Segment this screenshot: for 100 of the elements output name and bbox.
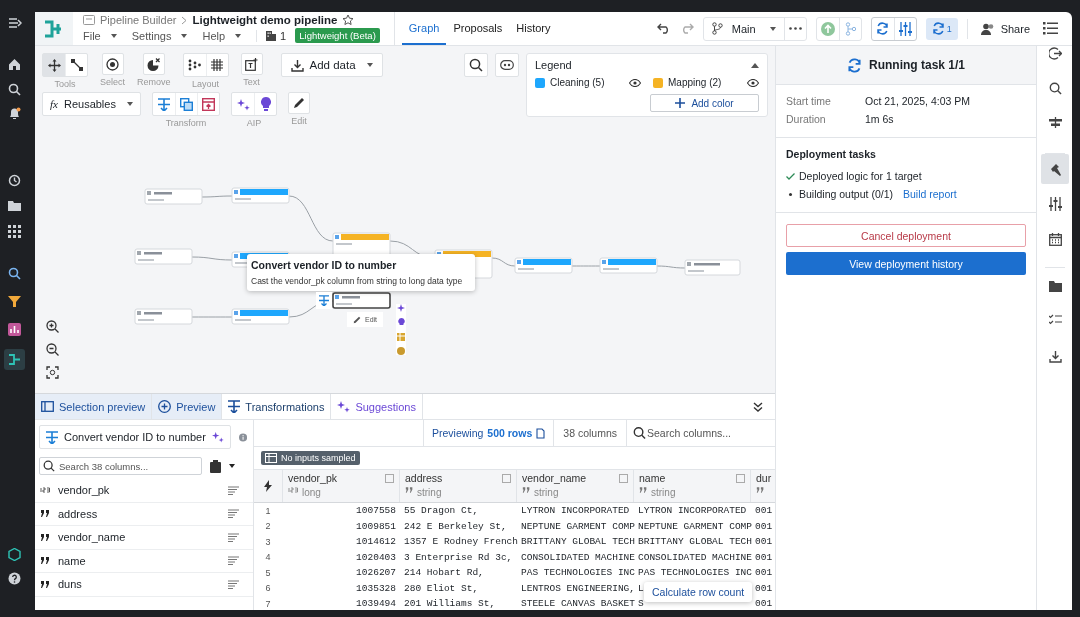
cookie-icon[interactable] <box>397 347 405 355</box>
sort-lines-icon[interactable] <box>228 579 239 589</box>
cancel-deployment-button[interactable]: Cancel deployment <box>786 224 1026 247</box>
search-button[interactable] <box>464 53 488 77</box>
transform-selector[interactable]: Convert vendor ID to number <box>39 425 231 449</box>
branch-icon <box>844 21 856 36</box>
tab[interactable]: Proposals <box>446 12 510 45</box>
legend-title: Legend <box>535 59 572 71</box>
panel-title: Running task 1/1 <box>869 58 965 72</box>
pipeline-icon[interactable] <box>4 349 25 370</box>
search-field[interactable]: Search columns... <box>627 420 775 446</box>
bell-icon[interactable] <box>8 107 21 120</box>
search-icon[interactable] <box>8 83 21 96</box>
table-cell: 1035328 <box>356 582 396 594</box>
edit-button[interactable] <box>288 92 310 114</box>
sparkle-icon[interactable] <box>397 304 405 312</box>
table-cell: 1009851 <box>356 520 396 532</box>
graph-node[interactable] <box>332 292 391 309</box>
eye-icon[interactable] <box>629 78 641 87</box>
home-icon[interactable] <box>8 58 21 71</box>
search-icon[interactable] <box>8 267 21 280</box>
add-data-button[interactable]: Add data <box>280 53 383 77</box>
projects-count[interactable]: 1 <box>256 29 287 42</box>
building-icon <box>265 30 278 41</box>
row-number: 6 <box>264 583 272 594</box>
column-list-item[interactable]: address <box>35 502 253 526</box>
sort-lines-icon[interactable] <box>228 556 239 566</box>
pencil-icon <box>353 315 361 324</box>
reusables-dropdown[interactable]: fx Reusables <box>42 92 141 116</box>
tab[interactable]: Preview <box>152 394 223 419</box>
select-button[interactable] <box>101 53 124 75</box>
add-text-button[interactable] <box>240 53 263 75</box>
sparkle-icon <box>337 400 351 413</box>
info-icon[interactable] <box>238 430 247 444</box>
remove-button[interactable] <box>142 53 165 75</box>
build-report-link[interactable]: Build report <box>903 188 957 200</box>
sort-lines-icon[interactable] <box>228 485 239 495</box>
undo-icon[interactable] <box>656 23 671 34</box>
clipboard-icon[interactable] <box>210 459 221 473</box>
column-list-item[interactable]: name <box>35 549 253 573</box>
filter-icon[interactable] <box>8 295 21 308</box>
calculate-row-count-button[interactable]: Calculate row count <box>644 582 753 602</box>
menu-button[interactable]: Help <box>202 29 242 42</box>
tab[interactable]: History <box>509 12 558 45</box>
detail-label: Duration <box>786 113 827 125</box>
sort-lines-icon[interactable] <box>228 509 239 519</box>
builds-button[interactable]: 1 <box>925 17 958 40</box>
chevron-right-icon <box>181 15 188 25</box>
list-icon[interactable] <box>1043 22 1058 35</box>
menu-button[interactable]: File <box>83 29 117 42</box>
history-icon[interactable] <box>8 174 21 187</box>
column-header[interactable]: dur <box>750 470 775 502</box>
tooltip-title: Convert vendor ID to number <box>251 259 398 271</box>
column-header[interactable]: address string <box>399 470 516 502</box>
transform-icon <box>228 400 241 413</box>
expand-menu-icon[interactable] <box>8 17 22 29</box>
column-header[interactable]: name string <box>633 470 750 502</box>
toolbar-group-label: Select <box>100 77 125 87</box>
table-cell: CONSOLIDATED MACHINE <box>521 551 635 563</box>
view-history-button[interactable]: View deployment history <box>786 252 1026 275</box>
pipeline-logo-icon[interactable] <box>35 12 73 45</box>
type-icon <box>39 580 51 588</box>
number-type-icon <box>288 487 299 493</box>
detail-value: 1m 6s <box>865 113 894 125</box>
column-list-item[interactable]: vendor_pk <box>35 479 253 503</box>
table-cell: 3 Enterprise Rd 3c, <box>404 551 513 563</box>
tab[interactable]: Suggestions <box>331 394 423 419</box>
menu-button[interactable]: Settings <box>131 29 188 42</box>
star-icon[interactable] <box>342 14 355 26</box>
apps-grid-icon[interactable] <box>8 225 21 238</box>
caret-icon[interactable] <box>229 464 235 468</box>
add-color-button[interactable]: Add color <box>650 94 759 112</box>
hammer-icon[interactable] <box>1041 154 1069 184</box>
search-field[interactable]: Search 38 columns... <box>39 457 202 475</box>
graph-edge <box>656 265 686 269</box>
transform-button[interactable] <box>316 292 332 309</box>
hexagon-icon[interactable] <box>8 548 21 561</box>
tab[interactable]: Selection preview <box>35 394 153 419</box>
eye-icon[interactable] <box>747 78 759 87</box>
lightbulb-icon[interactable] <box>397 318 405 327</box>
bar-chart-icon[interactable] <box>8 323 21 336</box>
column-list-item[interactable]: duns <box>35 573 253 597</box>
collapse-caret-icon[interactable] <box>751 62 759 68</box>
column-header[interactable]: vendor_name string <box>516 470 633 502</box>
lightning-icon[interactable] <box>264 480 272 492</box>
minimap-button[interactable] <box>495 53 519 77</box>
folder-icon[interactable] <box>8 200 21 212</box>
sliders-icon <box>898 21 912 36</box>
share-button[interactable]: Share <box>976 17 1034 40</box>
refresh-file-icon <box>536 427 546 439</box>
toolbar-group-label: Text <box>243 77 260 87</box>
help-icon[interactable] <box>8 572 21 585</box>
breadcrumb-link[interactable]: Pipeline Builder <box>100 14 177 26</box>
tool-button[interactable] <box>43 54 65 76</box>
column-list-item[interactable]: vendor_name <box>35 526 253 550</box>
type-icon <box>39 533 51 541</box>
column-header[interactable]: vendor_pk long <box>282 470 399 502</box>
sort-lines-icon[interactable] <box>228 532 239 542</box>
collapse-icon[interactable] <box>753 401 763 412</box>
row-sample-info[interactable]: Previewing 500 rows <box>423 420 554 446</box>
